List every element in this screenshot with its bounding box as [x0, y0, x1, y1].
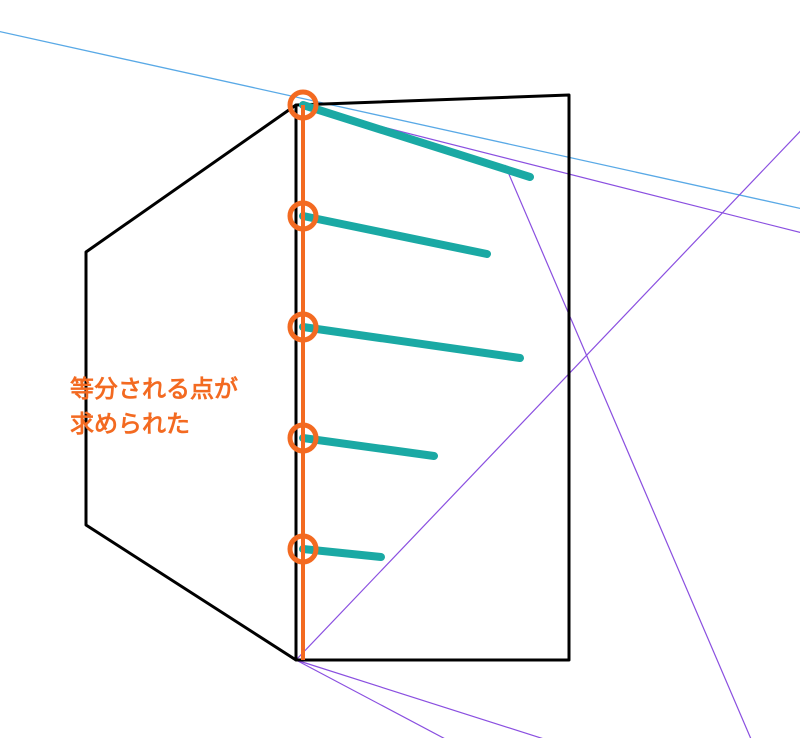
diagram-svg: [0, 0, 800, 738]
horizon-line: [0, 25, 800, 215]
purple-guides: [296, 100, 800, 738]
teal-segments: [303, 105, 530, 557]
annotation-line-1: 等分される点が: [70, 376, 238, 403]
diagram-canvas: 等分される点が 求められた: [0, 0, 800, 738]
annotation-text: 等分される点が 求められた: [70, 373, 238, 443]
annotation-line-2: 求められた: [70, 411, 190, 438]
